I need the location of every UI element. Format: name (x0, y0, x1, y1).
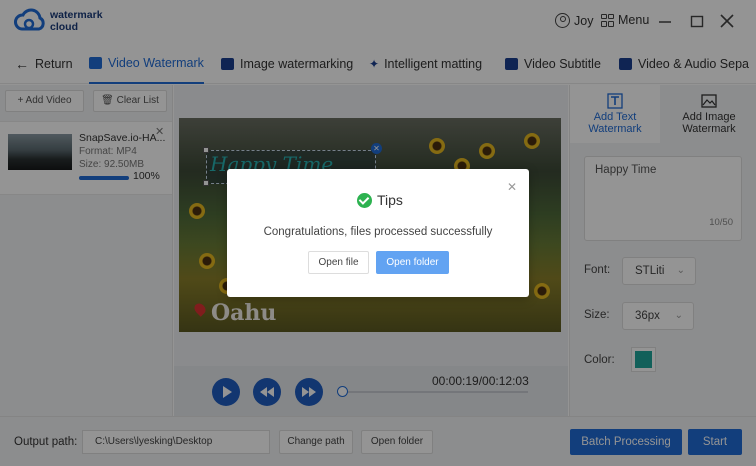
tips-dialog: ✕ Tips Congratulations, files processed … (227, 169, 529, 297)
success-check-icon (357, 192, 372, 208)
dialog-title: Tips (357, 192, 403, 208)
dialog-message: Congratulations, files processed success… (263, 226, 493, 238)
dialog-open-folder-button[interactable]: Open folder (376, 251, 449, 274)
open-file-button[interactable]: Open file (308, 251, 369, 274)
close-icon[interactable]: ✕ (507, 180, 517, 194)
dialog-title-text: Tips (377, 192, 403, 208)
